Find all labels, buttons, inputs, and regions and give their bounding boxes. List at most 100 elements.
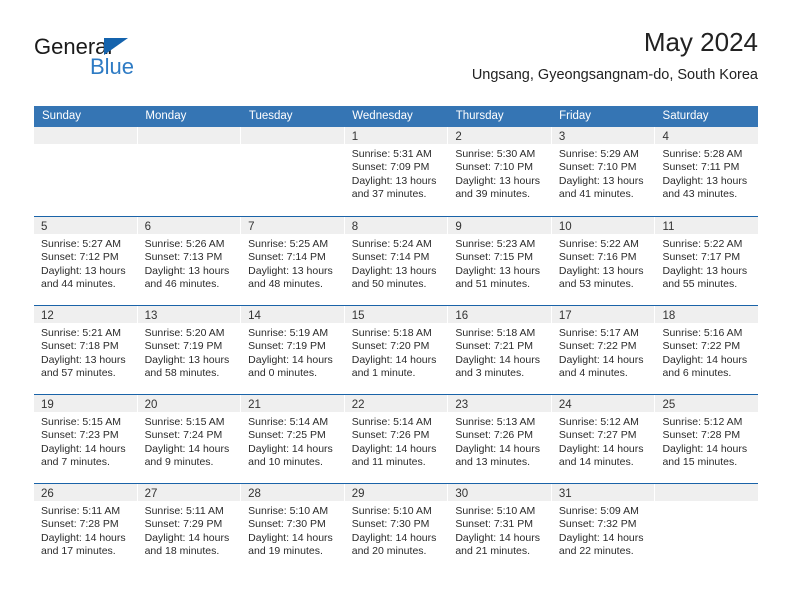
calendar-day-cell[interactable]: 24 Sunrise: 5:12 AM Sunset: 7:27 PM Dayligh…	[551, 395, 656, 483]
calendar-day-cell[interactable]: 26 Sunrise: 5:11 AM Sunset: 7:28 PM Dayligh…	[34, 484, 138, 572]
sunset-time: Sunset: 7:30 PM	[351, 518, 430, 531]
day-number: 23	[455, 399, 469, 411]
weekday-header-tuesday: Tuesday	[248, 110, 293, 122]
daylight-duration-line2: and 22 minutes.	[558, 545, 634, 558]
daylight-duration-line2: and 39 minutes.	[455, 188, 531, 201]
calendar-day-cell[interactable]: 19 Sunrise: 5:15 AM Sunset: 7:23 PM Dayligh…	[34, 395, 138, 483]
day-sun-info: Sunrise: 5:28 AM Sunset: 7:11 PM Daylight:…	[655, 144, 758, 202]
calendar-day-cell[interactable]: 13 Sunrise: 5:20 AM Sunset: 7:19 PM Dayligh…	[137, 306, 242, 394]
daylight-duration-line2: and 20 minutes.	[351, 545, 427, 558]
daylight-duration-line1: Daylight: 14 hours	[248, 442, 333, 455]
title-block: May 2024 Ungsang, Gyeongsangnam-do, Sout…	[472, 26, 758, 86]
sunrise-time: Sunrise: 5:26 AM	[144, 238, 225, 250]
calendar-day-cell[interactable]: 12 Sunrise: 5:21 AM Sunset: 7:18 PM Dayligh…	[34, 306, 138, 394]
calendar-day-cell[interactable]: 20 Sunrise: 5:15 AM Sunset: 7:24 PM Dayligh…	[137, 395, 242, 483]
calendar-day-cell[interactable]: 10 Sunrise: 5:22 AM Sunset: 7:16 PM Dayligh…	[551, 217, 656, 305]
day-number-band: 1	[344, 127, 448, 144]
calendar-day-cell[interactable]: 25 Sunrise: 5:12 AM Sunset: 7:28 PM Dayligh…	[655, 395, 759, 483]
daylight-duration-line2: and 9 minutes.	[144, 456, 214, 469]
sunset-time: Sunset: 7:23 PM	[41, 429, 119, 442]
sunset-time: Sunset: 7:25 PM	[248, 429, 326, 442]
sunset-time: Sunset: 7:18 PM	[41, 340, 119, 353]
calendar-day-cell[interactable]: 21 Sunrise: 5:14 AM Sunset: 7:25 PM Dayligh…	[241, 395, 345, 483]
calendar-day-cell[interactable]: 7 Sunrise: 5:25 AM Sunset: 7:14 PM Daylight…	[241, 217, 345, 305]
calendar-day-cell[interactable]: 9 Sunrise: 5:23 AM Sunset: 7:15 PM Daylight…	[448, 217, 552, 305]
calendar-day-cell[interactable]: 14 Sunrise: 5:19 AM Sunset: 7:19 PM Dayligh…	[241, 306, 345, 394]
sunset-time: Sunset: 7:26 PM	[351, 429, 430, 442]
sunset-time: Sunset: 7:29 PM	[144, 518, 223, 531]
calendar-day-cell[interactable]: 4 Sunrise: 5:28 AM Sunset: 7:11 PM Daylight…	[655, 127, 759, 216]
day-number: 14	[248, 310, 261, 322]
calendar-day-cell[interactable]: 18 Sunrise: 5:16 AM Sunset: 7:22 PM Dayligh…	[655, 306, 759, 394]
weekday-header-saturday: Saturday	[662, 110, 709, 122]
day-number-band	[34, 127, 137, 144]
calendar-day-cell[interactable]: 5 Sunrise: 5:27 AM Sunset: 7:12 PM Daylight…	[34, 217, 138, 305]
day-number-band: 6	[137, 217, 241, 234]
calendar-day-cell[interactable]: 29 Sunrise: 5:10 AM Sunset: 7:30 PM Dayligh…	[344, 484, 449, 572]
sunrise-time: Sunrise: 5:19 AM	[248, 327, 329, 339]
calendar-day-cell[interactable]: 3 Sunrise: 5:29 AM Sunset: 7:10 PM Daylight…	[551, 127, 656, 216]
calendar-day-cell[interactable]: 8 Sunrise: 5:24 AM Sunset: 7:14 PM Daylight…	[344, 217, 449, 305]
day-sun-info: Sunrise: 5:15 AM Sunset: 7:23 PM Daylight:…	[34, 412, 137, 470]
day-number-band: 24	[551, 395, 655, 412]
sunrise-time: Sunrise: 5:12 AM	[662, 416, 743, 428]
daylight-duration-line2: and 21 minutes.	[455, 545, 531, 558]
day-sun-info: Sunrise: 5:10 AM Sunset: 7:30 PM Daylight:…	[241, 501, 344, 559]
sunrise-time: Sunrise: 5:10 AM	[248, 505, 329, 517]
day-number: 18	[662, 310, 676, 322]
daylight-duration-line1: Daylight: 13 hours	[455, 174, 540, 187]
calendar-weeks: 1 Sunrise: 5:31 AM Sunset: 7:09 PM Daylight…	[34, 127, 759, 572]
calendar-day-cell[interactable]: 16 Sunrise: 5:18 AM Sunset: 7:21 PM Dayligh…	[448, 306, 552, 394]
sunrise-time: Sunrise: 5:24 AM	[351, 238, 432, 250]
day-number: 25	[662, 399, 676, 411]
sunrise-time: Sunrise: 5:31 AM	[351, 148, 432, 160]
daylight-duration-line1: Daylight: 14 hours	[558, 442, 644, 455]
daylight-duration-line2: and 43 minutes.	[662, 188, 738, 201]
daylight-duration-line2: and 1 minute.	[351, 367, 416, 380]
day-number-band: 17	[551, 306, 655, 323]
calendar-day-cell[interactable]: 28 Sunrise: 5:10 AM Sunset: 7:30 PM Dayligh…	[241, 484, 345, 572]
logo-triangle-icon	[104, 38, 128, 55]
day-number-band: 26	[34, 484, 137, 501]
sunset-time: Sunset: 7:14 PM	[351, 251, 430, 264]
sunrise-time: Sunrise: 5:20 AM	[144, 327, 225, 339]
day-sun-info: Sunrise: 5:29 AM Sunset: 7:10 PM Daylight:…	[552, 144, 655, 202]
sunset-time: Sunset: 7:22 PM	[558, 340, 637, 353]
page-subtitle: Ungsang, Gyeongsangnam-do, South Korea	[471, 67, 758, 83]
calendar-day-cell[interactable]: 22 Sunrise: 5:14 AM Sunset: 7:26 PM Dayligh…	[344, 395, 449, 483]
daylight-duration-line1: Daylight: 14 hours	[455, 531, 540, 544]
calendar-day-cell[interactable]: 11 Sunrise: 5:22 AM Sunset: 7:17 PM Dayligh…	[655, 217, 759, 305]
sunset-time: Sunset: 7:16 PM	[558, 251, 637, 264]
sunset-time: Sunset: 7:17 PM	[662, 251, 741, 264]
calendar-day-cell[interactable]: 23 Sunrise: 5:13 AM Sunset: 7:26 PM Dayligh…	[448, 395, 552, 483]
day-number: 20	[144, 399, 158, 411]
day-sun-info: Sunrise: 5:25 AM Sunset: 7:14 PM Daylight:…	[241, 234, 344, 292]
day-number-band: 30	[448, 484, 551, 501]
sunrise-time: Sunrise: 5:15 AM	[144, 416, 225, 428]
day-number: 6	[144, 221, 151, 233]
calendar-day-cell[interactable]: 27 Sunrise: 5:11 AM Sunset: 7:29 PM Dayligh…	[137, 484, 242, 572]
daylight-duration-line2: and 51 minutes.	[455, 278, 531, 291]
calendar-day-cell[interactable]: 1 Sunrise: 5:31 AM Sunset: 7:09 PM Daylight…	[344, 127, 449, 216]
sunrise-time: Sunrise: 5:09 AM	[558, 505, 639, 517]
calendar-day-cell[interactable]: 15 Sunrise: 5:18 AM Sunset: 7:20 PM Dayligh…	[344, 306, 449, 394]
daylight-duration-line2: and 44 minutes.	[41, 278, 116, 291]
calendar-day-cell[interactable]: 17 Sunrise: 5:17 AM Sunset: 7:22 PM Dayligh…	[551, 306, 656, 394]
day-number: 29	[351, 488, 365, 500]
calendar-week-row: 12 Sunrise: 5:21 AM Sunset: 7:18 PM Dayligh…	[34, 305, 759, 394]
calendar-day-cell-empty	[241, 127, 345, 216]
daylight-duration-line1: Daylight: 13 hours	[662, 264, 748, 277]
sunset-time: Sunset: 7:19 PM	[248, 340, 326, 353]
calendar-week-row: 19 Sunrise: 5:15 AM Sunset: 7:23 PM Dayligh…	[34, 394, 759, 483]
daylight-duration-line1: Daylight: 13 hours	[144, 264, 230, 277]
daylight-duration-line2: and 18 minutes.	[144, 545, 220, 558]
daylight-duration-line2: and 48 minutes.	[248, 278, 323, 291]
day-number-band	[241, 127, 344, 144]
daylight-duration-line2: and 55 minutes.	[662, 278, 738, 291]
calendar-day-cell[interactable]: 6 Sunrise: 5:26 AM Sunset: 7:13 PM Daylight…	[137, 217, 242, 305]
calendar-day-cell[interactable]: 30 Sunrise: 5:10 AM Sunset: 7:31 PM Dayligh…	[448, 484, 552, 572]
day-sun-info: Sunrise: 5:11 AM Sunset: 7:28 PM Daylight:…	[34, 501, 137, 559]
calendar-day-cell[interactable]: 31 Sunrise: 5:09 AM Sunset: 7:32 PM Dayligh…	[551, 484, 656, 572]
calendar-day-cell[interactable]: 2 Sunrise: 5:30 AM Sunset: 7:10 PM Daylight…	[448, 127, 552, 216]
daylight-duration-line1: Daylight: 14 hours	[248, 531, 333, 544]
